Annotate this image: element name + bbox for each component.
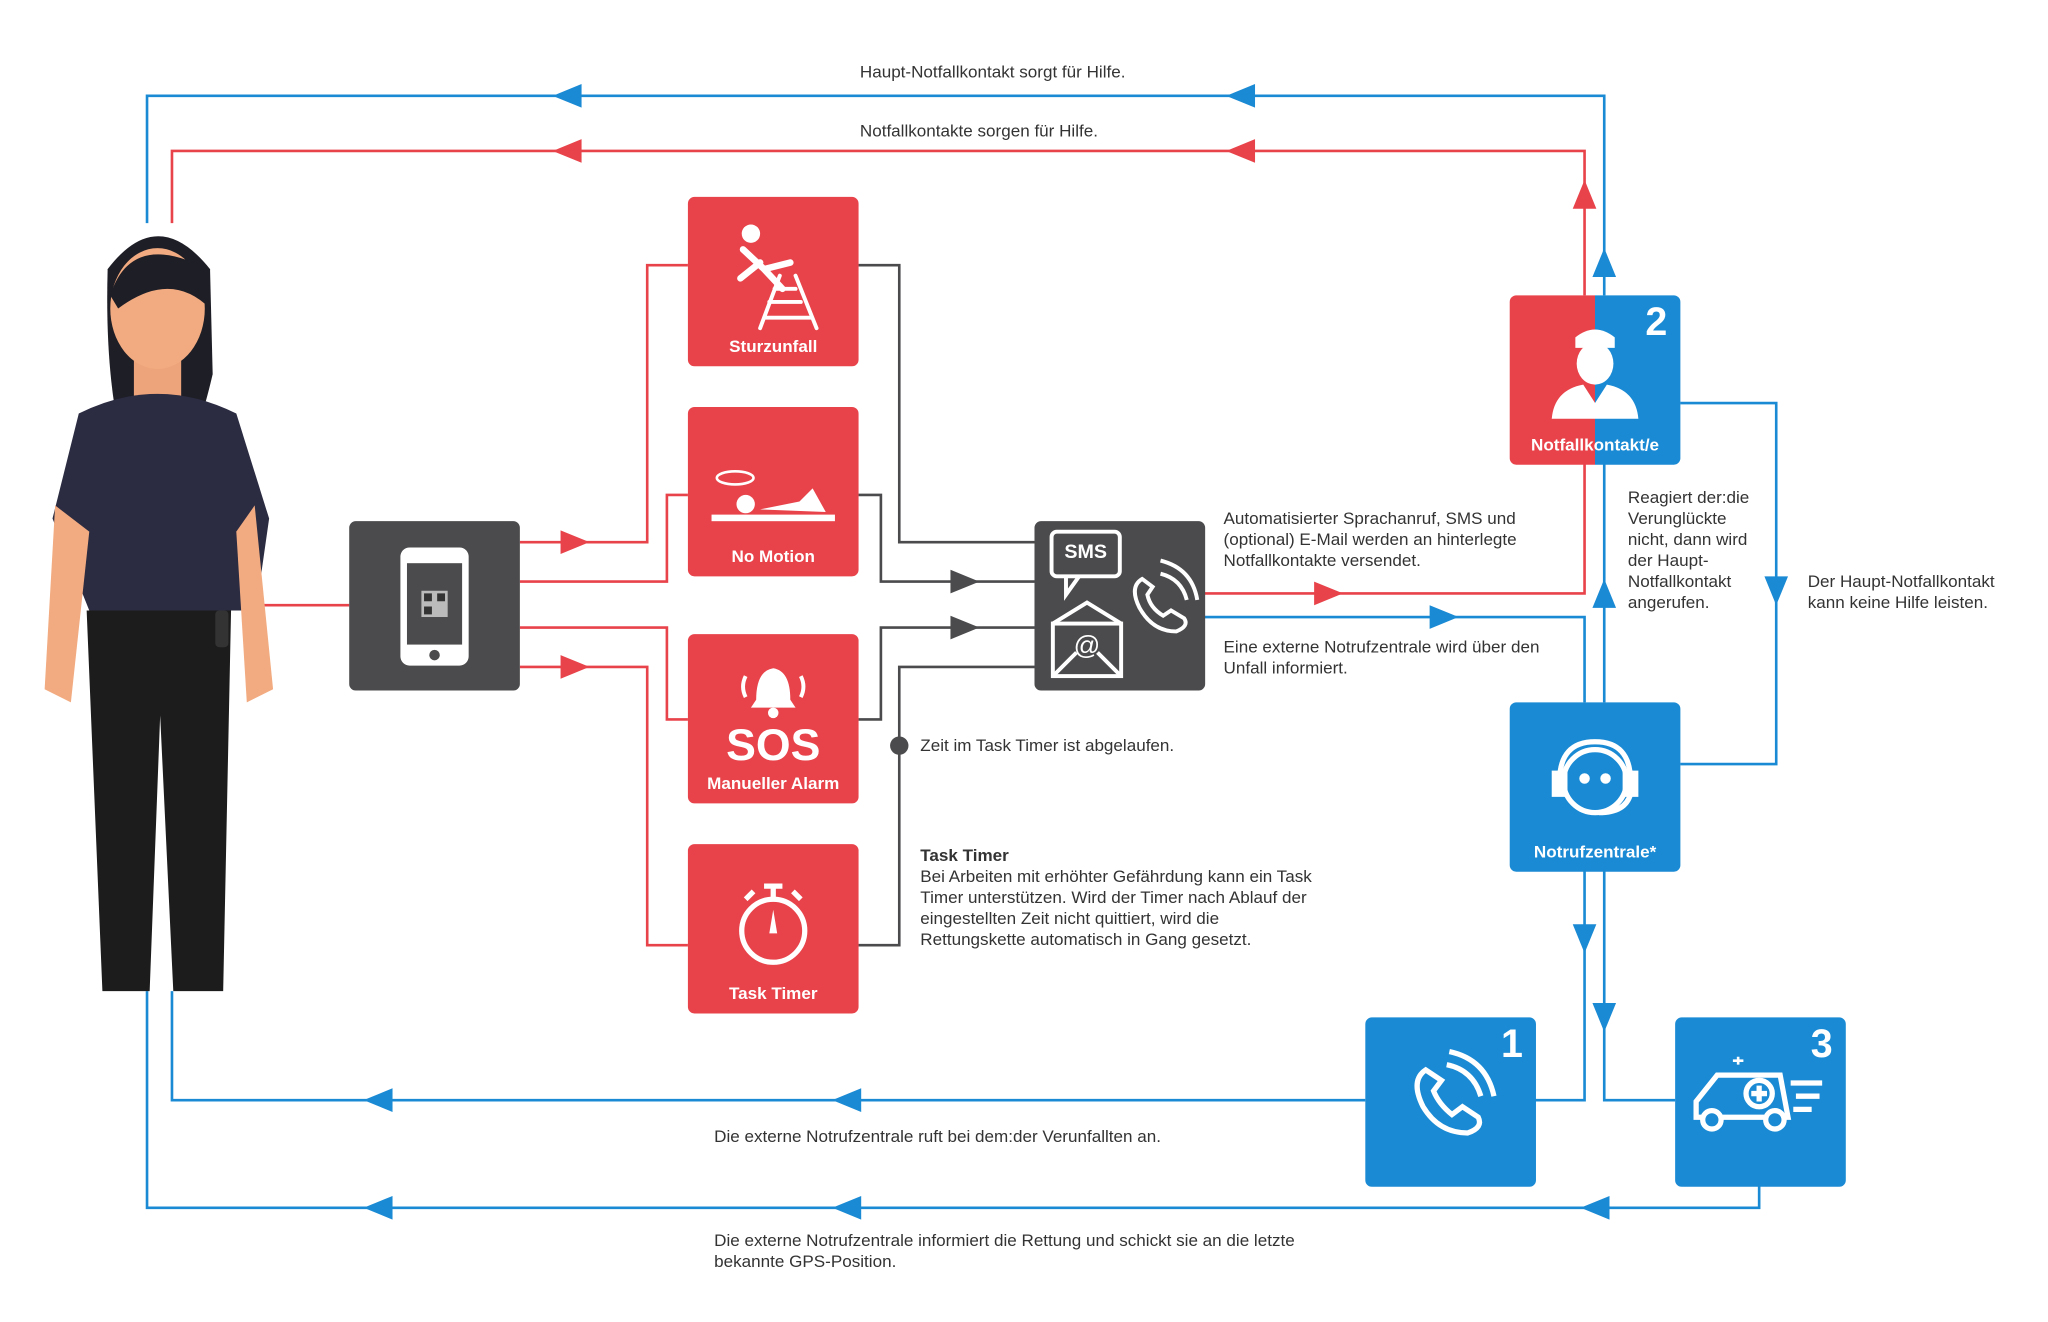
external-center-note: Eine externe Notrufzentrale wird über de… bbox=[1223, 636, 1540, 678]
trigger-sos: SOS Manueller Alarm bbox=[687, 634, 859, 804]
center-calls-victim-box: 1 bbox=[1365, 1017, 1536, 1187]
rescue-chain-diagram: Sturzunfall No Motion SOS Manueller Alar… bbox=[0, 0, 2048, 1322]
timer-expired-dot bbox=[890, 736, 909, 755]
svg-text:@: @ bbox=[1074, 630, 1101, 660]
emergency-center-box: Notrufzentrale* bbox=[1509, 702, 1681, 872]
arrow-head-icon bbox=[950, 615, 980, 640]
smartphone-qr-icon bbox=[400, 547, 469, 666]
arrow-head-icon bbox=[832, 1088, 862, 1112]
main-contact-help-label: Haupt-Notfallkontakt sorgt für Hilfe. bbox=[859, 61, 1126, 82]
informs-rescue-note: Die externe Notrufzentrale informiert di… bbox=[714, 1230, 1295, 1271]
arrow-head-icon bbox=[950, 569, 980, 594]
no-response-note: Reagiert der:die Verunglückte nicht, dan… bbox=[1627, 487, 1750, 612]
arrow-head-icon bbox=[1592, 1002, 1617, 1032]
arrow-head-icon bbox=[1572, 179, 1597, 209]
arrow-head-icon bbox=[1592, 248, 1617, 278]
trigger-sturzunfall: Sturzunfall bbox=[687, 196, 859, 367]
task-timer-note-title: Task Timer bbox=[920, 845, 1009, 866]
trigger-task-timer: Task Timer bbox=[687, 844, 859, 1014]
smartphone-device bbox=[349, 521, 520, 691]
arrow-head-icon bbox=[1226, 139, 1256, 163]
arrow-head-icon bbox=[552, 139, 582, 163]
arrow-head-icon bbox=[1226, 84, 1256, 108]
emergency-contact-box: 2 Notfallkontakt/e bbox=[1509, 295, 1681, 465]
arrow-head-icon bbox=[1592, 578, 1617, 608]
ambulance-box: 3 bbox=[1675, 1017, 1846, 1187]
arrow-head-icon bbox=[363, 1088, 393, 1112]
person-illustration bbox=[44, 236, 274, 992]
email-icon: @ bbox=[1050, 600, 1124, 679]
arrow-head-icon bbox=[363, 1195, 393, 1220]
center-calls-note: Die externe Notrufzentrale ruft bei dem:… bbox=[714, 1126, 1161, 1147]
arrow-head-icon bbox=[1572, 924, 1597, 954]
arrow-head-icon bbox=[1764, 576, 1789, 606]
alert-hub: @ SMS bbox=[1034, 521, 1206, 691]
phone-icon bbox=[1132, 558, 1200, 634]
auto-call-note: Automatisierter Sprachanruf, SMS und (op… bbox=[1223, 508, 1517, 570]
timer-expired-note: Zeit im Task Timer ist abgelaufen. bbox=[920, 735, 1175, 755]
arrow-head-icon bbox=[552, 84, 582, 108]
task-timer-note-text: Bei Arbeiten mit erhöhter Gefährdung kan… bbox=[920, 866, 1312, 950]
arrow-head-icon bbox=[832, 1195, 862, 1220]
contacts-help-label: Notfallkontakte sorgen für Hilfe. bbox=[859, 120, 1098, 141]
no-help-note: Der Haupt-Notfallkontakt kann keine Hilf… bbox=[1807, 571, 1995, 612]
trigger-no-motion: No Motion bbox=[687, 406, 859, 577]
task-timer-note: Task Timer Bei Arbeiten mit erhöhter Gef… bbox=[920, 845, 1314, 950]
arrow-head-icon bbox=[560, 530, 590, 555]
arrow-head-icon bbox=[1314, 581, 1343, 606]
line-contacts-help bbox=[170, 149, 1586, 296]
arrow-head-icon bbox=[1580, 1195, 1610, 1220]
arrow-head-icon bbox=[560, 655, 590, 679]
arrow-head-icon bbox=[1429, 605, 1459, 629]
